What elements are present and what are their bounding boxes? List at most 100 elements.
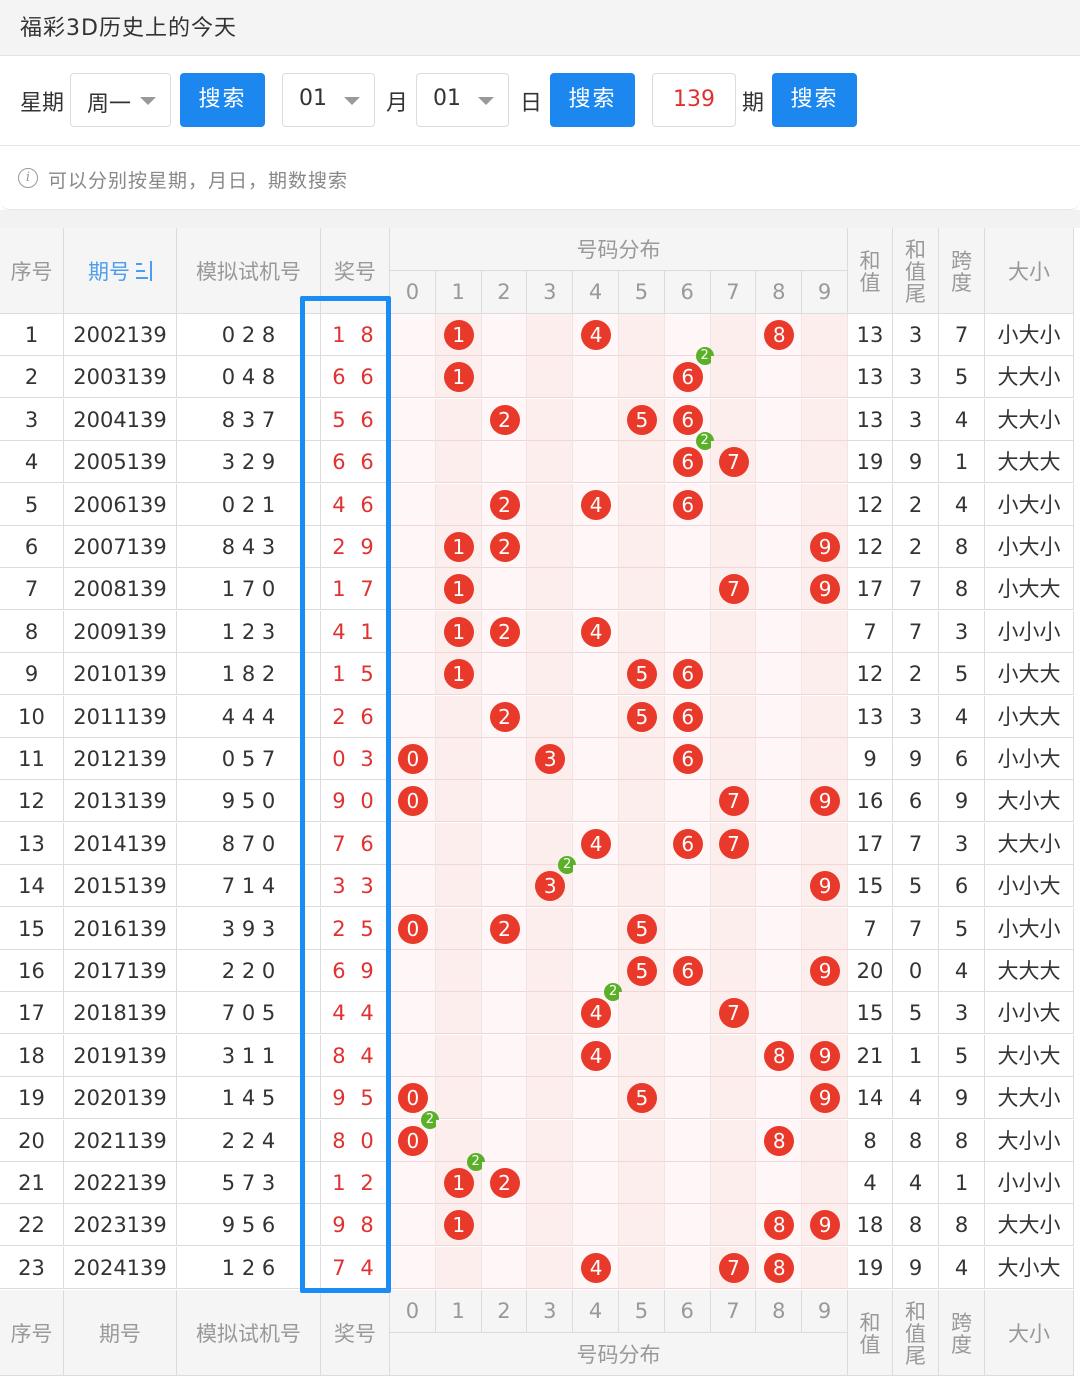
- footer-period[interactable]: 期号: [64, 1290, 177, 1376]
- footer-digit: 8: [756, 1290, 803, 1333]
- dist-cell: [481, 780, 528, 823]
- row-period: 2015139: [64, 865, 177, 908]
- sort-icon[interactable]: [136, 260, 152, 281]
- number-ball: 6: [672, 956, 703, 986]
- footer-trial: 模拟试机号: [177, 1290, 321, 1376]
- dist-cell: [481, 822, 528, 865]
- dist-cell: [527, 907, 574, 950]
- number-ball: 7: [718, 828, 749, 859]
- issue-input[interactable]: 139: [652, 73, 736, 127]
- row-index: 17: [0, 992, 64, 1035]
- row-size: 小大小: [985, 314, 1074, 356]
- dist-cell: [435, 483, 482, 526]
- number-ball: 0: [397, 1125, 428, 1156]
- dist-cell: [619, 314, 665, 356]
- day-label: 日: [520, 91, 543, 116]
- row-period: 2012139: [64, 738, 177, 780]
- search-weekday-button[interactable]: 搜索: [180, 73, 265, 127]
- row-size: 大小大: [985, 1034, 1074, 1077]
- row-span: 5: [939, 653, 985, 696]
- row-period: 2005139: [64, 441, 177, 484]
- row-size: 小大小: [985, 483, 1074, 526]
- row-sum: 4: [848, 1162, 893, 1204]
- weekday-value: 周一: [87, 92, 132, 117]
- dist-cell: [573, 695, 619, 738]
- row-size: 大大大: [985, 441, 1074, 484]
- dist-cell: [481, 441, 528, 484]
- number-ball: 2: [489, 1168, 520, 1198]
- footer-digit: 0: [390, 1290, 436, 1333]
- dist-cell: [390, 568, 436, 611]
- number-ball: 7: [718, 1252, 749, 1283]
- dist-cell: [573, 1119, 619, 1162]
- weekday-select[interactable]: 周一: [70, 73, 171, 127]
- dist-cell: [390, 865, 436, 908]
- row-sum-tail: 8: [893, 1204, 939, 1247]
- row-span: 9: [939, 1077, 985, 1120]
- row-period: 2007139: [64, 526, 177, 568]
- number-ball: 2: [489, 489, 520, 520]
- row-period: 2008139: [64, 568, 177, 611]
- dist-cell: [390, 1204, 436, 1247]
- row-sum-tail: 6: [893, 780, 939, 823]
- dist-cell: [619, 568, 665, 611]
- row-span: 5: [939, 1034, 985, 1077]
- dist-cell: [390, 822, 436, 865]
- row-index: 1: [0, 314, 64, 356]
- day-select[interactable]: 01: [416, 73, 509, 127]
- dist-cell: [619, 526, 665, 568]
- header-sum-tail-label: 和值尾: [905, 237, 926, 306]
- dist-cell: [664, 1077, 711, 1120]
- dist-cell: [435, 695, 482, 738]
- dist-cell: [390, 695, 436, 738]
- header-digit: 1: [435, 271, 482, 314]
- header-span: 跨度: [939, 228, 985, 314]
- row-sum: 19: [848, 1246, 893, 1289]
- header-sum-tail: 和值尾: [893, 228, 939, 314]
- row-index: 21: [0, 1162, 64, 1204]
- dist-cell: [756, 1162, 803, 1204]
- row-sum: 15: [848, 992, 893, 1035]
- row-sum-tail: 2: [893, 526, 939, 568]
- row-index: 20: [0, 1119, 64, 1162]
- dist-cell: [573, 780, 619, 823]
- row-sum: 9: [848, 738, 893, 780]
- row-index: 4: [0, 441, 64, 484]
- row-period: 2010139: [64, 653, 177, 696]
- number-ball: 4: [581, 616, 612, 647]
- row-period: 2016139: [64, 907, 177, 950]
- month-select[interactable]: 01: [282, 73, 375, 127]
- search-date-button[interactable]: 搜索: [550, 73, 635, 127]
- search-issue-button[interactable]: 搜索: [772, 73, 857, 127]
- row-span: 8: [939, 568, 985, 611]
- dist-cell: [390, 610, 436, 653]
- number-ball: 1: [443, 320, 474, 350]
- dist-cell: [573, 907, 619, 950]
- row-period: 2004139: [64, 398, 177, 441]
- dist-cell: [573, 356, 619, 399]
- footer-dist: 号码分布: [390, 1333, 848, 1376]
- footer-sum-tail-label: 和值尾: [905, 1299, 926, 1368]
- row-size: 大大大: [985, 950, 1074, 992]
- dist-cell: [527, 356, 574, 399]
- row-sum-tail: 9: [893, 738, 939, 780]
- row-index: 16: [0, 950, 64, 992]
- number-ball: 9: [810, 532, 841, 562]
- dist-cell: [619, 865, 665, 908]
- dist-cell: [527, 314, 574, 356]
- row-period: 2014139: [64, 822, 177, 865]
- row-span: 1: [939, 1162, 985, 1204]
- row-span: 3: [939, 610, 985, 653]
- dist-cell: [619, 610, 665, 653]
- row-span: 8: [939, 526, 985, 568]
- row-span: 4: [939, 398, 985, 441]
- row-span: 4: [939, 950, 985, 992]
- row-sum: 17: [848, 822, 893, 865]
- header-size: 大小: [985, 228, 1074, 314]
- chevron-down-icon: [140, 97, 156, 105]
- row-period: 2023139: [64, 1204, 177, 1247]
- row-sum: 17: [848, 568, 893, 611]
- footer-digit: 2: [481, 1290, 528, 1333]
- header-period[interactable]: 期号: [64, 228, 177, 314]
- dist-cell: [664, 865, 711, 908]
